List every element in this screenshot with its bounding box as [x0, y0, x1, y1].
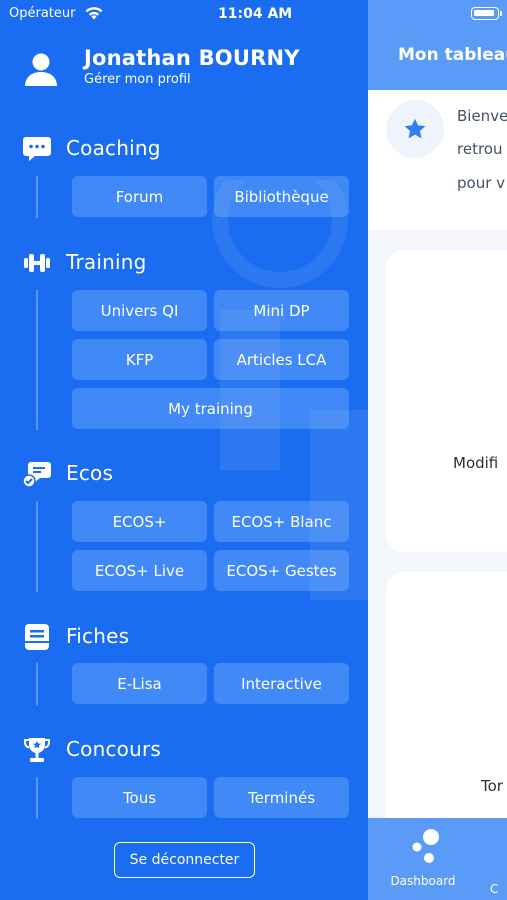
- coaching-divider: [36, 176, 38, 218]
- tab-second-label[interactable]: C: [490, 882, 498, 896]
- chip-my-training[interactable]: My training: [72, 388, 349, 429]
- chip-interactive[interactable]: Interactive: [214, 663, 349, 704]
- chip-articles-lca[interactable]: Articles LCA: [214, 339, 349, 380]
- chip-mini-dp[interactable]: Mini DP: [214, 290, 349, 331]
- tab-dashboard-label: Dashboard: [390, 874, 456, 888]
- card-stats-label: Tor: [481, 777, 503, 795]
- section-concours: Concours: [22, 735, 342, 765]
- star-icon: [386, 100, 444, 158]
- dashboard-card-profile[interactable]: Modifi: [386, 250, 507, 552]
- dashboard-page: Mon tableau Bienve retrou pour v Modifi …: [368, 0, 507, 900]
- dumbbell-icon: [24, 254, 50, 272]
- concours-divider: [36, 777, 38, 819]
- section-ecos-title: Ecos: [66, 461, 114, 485]
- section-fiches-title: Fiches: [66, 624, 130, 648]
- logout-button[interactable]: Se déconnecter: [114, 842, 255, 878]
- ecos-divider: [36, 501, 38, 592]
- section-training: Training: [22, 248, 342, 278]
- welcome-text-line-3: pour v: [457, 174, 506, 192]
- carrier-label: Opérateur: [9, 6, 76, 21]
- section-training-title: Training: [66, 250, 147, 274]
- battery-icon: [471, 7, 502, 20]
- chip-univers-qi[interactable]: Univers QI: [72, 290, 207, 331]
- chip-bibliotheque[interactable]: Bibliothèque: [214, 176, 349, 217]
- bottom-tab-bar: Dashboard C: [368, 818, 507, 900]
- card-modify-label: Modifi: [453, 454, 499, 472]
- training-divider: [36, 290, 38, 430]
- chip-termines[interactable]: Terminés: [214, 777, 349, 818]
- dashboard-card-stats[interactable]: Tor: [386, 572, 507, 832]
- dashboard-icon: [412, 829, 439, 863]
- chat-bubble-icon: [23, 137, 51, 161]
- dashboard-header: Mon tableau: [368, 0, 507, 90]
- manage-profile-link[interactable]: Gérer mon profil: [84, 72, 191, 87]
- profile-header[interactable]: Jonathan BOURNY Gérer mon profil: [22, 44, 352, 94]
- chip-kfp[interactable]: KFP: [72, 339, 207, 380]
- chip-ecos-live[interactable]: ECOS+ Live: [72, 550, 207, 591]
- chip-ecos-blanc[interactable]: ECOS+ Blanc: [214, 501, 349, 542]
- section-coaching-title: Coaching: [66, 136, 161, 160]
- side-drawer: Opérateur 11:04 AM Jonathan BOURNY Gérer…: [0, 0, 368, 900]
- section-fiches: Fiches: [22, 622, 342, 652]
- welcome-card: Bienve retrou pour v: [368, 90, 507, 230]
- status-bar: Opérateur 11:04 AM: [0, 0, 368, 28]
- chip-e-lisa[interactable]: E-Lisa: [72, 663, 207, 704]
- wifi-icon: [85, 7, 103, 20]
- user-avatar-icon: [25, 53, 57, 86]
- section-ecos: Ecos: [22, 459, 342, 489]
- chip-tous[interactable]: Tous: [72, 777, 207, 818]
- chat-check-icon: [22, 462, 51, 488]
- section-concours-title: Concours: [66, 737, 162, 761]
- welcome-text-line-2: retrou: [457, 140, 503, 158]
- section-coaching: Coaching: [22, 134, 342, 164]
- chip-ecos-plus[interactable]: ECOS+: [72, 501, 207, 542]
- dashboard-title: Mon tableau: [398, 45, 507, 65]
- fiches-divider: [36, 663, 38, 705]
- document-icon: [25, 624, 49, 650]
- user-name: Jonathan BOURNY: [84, 46, 300, 70]
- welcome-text-line-1: Bienve: [457, 107, 507, 125]
- chip-forum[interactable]: Forum: [72, 176, 207, 217]
- chip-ecos-gestes[interactable]: ECOS+ Gestes: [214, 550, 349, 591]
- trophy-icon: [24, 738, 50, 762]
- status-time: 11:04 AM: [218, 6, 293, 22]
- tab-dashboard[interactable]: Dashboard: [388, 828, 458, 888]
